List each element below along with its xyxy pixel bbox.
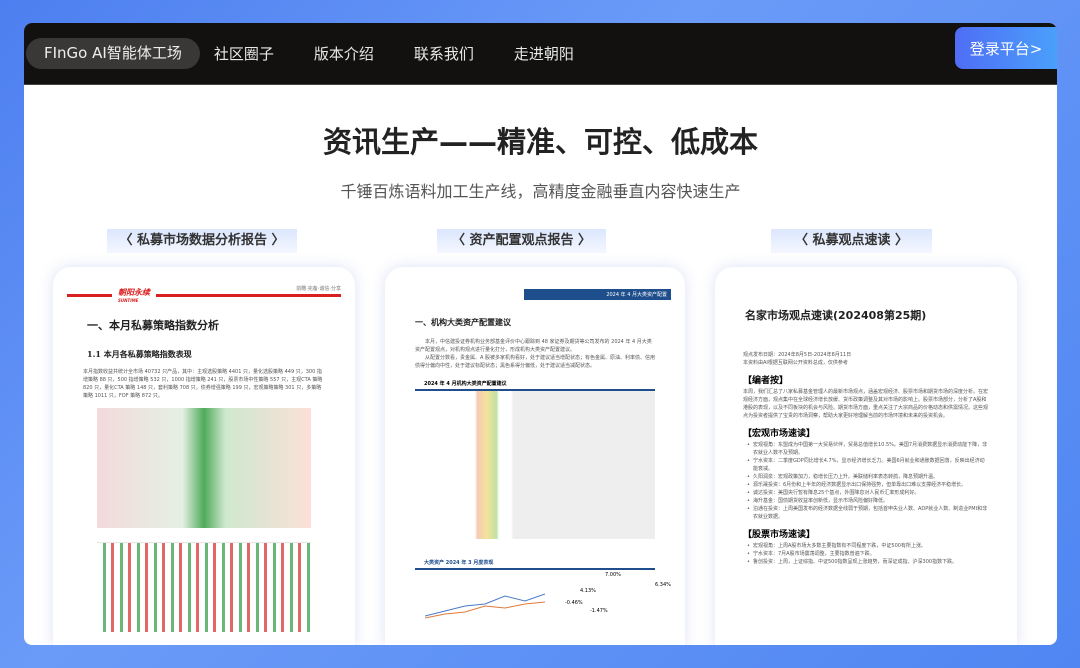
- strategy-table: [97, 408, 311, 528]
- section-heading: 【股票市场速读】: [743, 530, 816, 540]
- doc-date: 观点发布日期：2024年8月5日-2024年8月11日: [743, 352, 852, 358]
- tab-private-market-report[interactable]: 〈 私募市场数据分析报告 〉: [107, 229, 297, 253]
- page-subtitle: 千锤百炼语料加工生产线，高精度金融垂直内容快速生产: [340, 182, 741, 201]
- table-title: 2024 年 4 月机构大类资产配置建议: [424, 381, 507, 387]
- list-item: 宏观视角：东盟成为中国第一大贸易伙伴，贸易总值增长10.5%。美国7月消费数据显…: [747, 441, 989, 457]
- card-private-market-report[interactable]: 朝阳永续 SUNTIME 前瞻·完备·诚信·分享 一、本月私募策略指数分析 1.1…: [53, 267, 355, 645]
- nav-item-community[interactable]: 社区圈子: [214, 43, 274, 64]
- nav-item-about[interactable]: 走进朝阳: [514, 43, 574, 64]
- list-item: 鲁创投资：上周，上证综指、中证500指数呈现上涨趋势，而深证成指、沪深300指数…: [747, 558, 989, 566]
- nav-item-contact[interactable]: 联系我们: [414, 43, 474, 64]
- login-button[interactable]: 登录平台>: [955, 27, 1057, 69]
- nav-brand[interactable]: FInGo AI智能体工场: [26, 38, 200, 69]
- navbar: FInGo AI智能体工场 社区圈子 版本介绍 联系我们 走进朝阳 登录平台>: [24, 23, 1057, 85]
- list-item: 源乐晟投资：6月份和上半年的经济数据显示出口保持强势，但单靠出口难以支撑经济平稳…: [747, 481, 989, 489]
- doc-paragraph: 本月，中信建投证券机构业务部基金评价中心跟踪到 48 家证券及期货等公司发布的 …: [415, 339, 652, 353]
- doc-paragraph: 从配置分数看，贵金属、A 股被多家机构看好，处于建议适当增配状态；有色金属、原油…: [415, 355, 656, 369]
- page-title: 资讯生产——精准、可控、低成本: [322, 125, 758, 159]
- main-panel: FInGo AI智能体工场 社区圈子 版本介绍 联系我们 走进朝阳 登录平台> …: [24, 23, 1057, 645]
- doc-banner: 2024 年 4 月大类资产配置: [524, 289, 671, 300]
- performance-chart: 7.00% 6.34% 4.13% -0.46% -1.47%: [415, 568, 671, 628]
- list-item: 宏观视角：上周A股市场大多数主要指数有不同程度下跌，中证500有所上涨。: [747, 542, 989, 550]
- card-private-views[interactable]: 名家市场观点速读(202408第25期) 观点发布日期：2024年8月5日-20…: [715, 267, 1017, 645]
- section-heading: 【编者按】: [743, 376, 789, 386]
- allocation-table: [415, 389, 655, 539]
- doc-source: 本资料由AI根据互联网公开资料总成，仅供参考: [743, 360, 848, 366]
- list-item: 海升基金：国债期货收益率创新低，显示市场风险偏好降低。: [747, 497, 989, 505]
- section-heading: 【宏观市场速读】: [743, 429, 816, 439]
- doc-title: 名家市场观点速读(202408第25期): [745, 309, 927, 322]
- list-item: 泊通在投资：上周美国发布的经济数据全线弱于预期，包括首申失业人数、ADP就业人数…: [747, 505, 989, 521]
- list-item: 宁水资本：7月A股市场震荡调整，主要指数普遍下跌。: [747, 550, 989, 558]
- doc-heading: 一、机构大类资产配置建议: [415, 317, 511, 327]
- doc-subheading: 1.1 本月各私募策略指数表现: [87, 349, 192, 359]
- list-item: 久阳润泉：宏观政策加力，稳增长压力上升。美联储利率表态转鸽，降息预期升温。: [747, 473, 989, 481]
- nav-item-versions[interactable]: 版本介绍: [314, 43, 374, 64]
- doc-header: 朝阳永续 SUNTIME 前瞻·完备·诚信·分享: [67, 286, 341, 303]
- doc-paragraph: 本月指数收益共统计全市场 40732 只产品，其中：主观选股策略 4401 只，…: [83, 369, 323, 399]
- doc-heading: 一、本月私募策略指数分析: [87, 319, 219, 332]
- card-asset-allocation-report[interactable]: 2024 年 4 月大类资产配置 一、机构大类资产配置建议 本月，中信建投证券机…: [385, 267, 685, 645]
- list-item: 诚达投资：美国央行暂有降息25个基点，外围降息对人民币汇率形成利好。: [747, 489, 989, 497]
- tab-asset-allocation-report[interactable]: 〈 资产配置观点报告 〉: [437, 229, 606, 253]
- strategy-bar-chart: [97, 542, 311, 632]
- tab-private-views[interactable]: 〈 私募观点速读 〉: [771, 229, 932, 253]
- doc-paragraph: 本周，我们汇总了八家私募基金管理人的最新市场观点，涵盖宏观经济、股票市场和期货市…: [743, 389, 989, 419]
- logo: 朝阳永续 SUNTIME: [118, 288, 150, 303]
- list-item: 宁水资本：二季度GDP同比增长4.7%，显示经济增长乏力。美国6月就业和通胀数据…: [747, 457, 989, 473]
- chart-title: 大类资产 2024 年 3 月度表现: [424, 560, 494, 566]
